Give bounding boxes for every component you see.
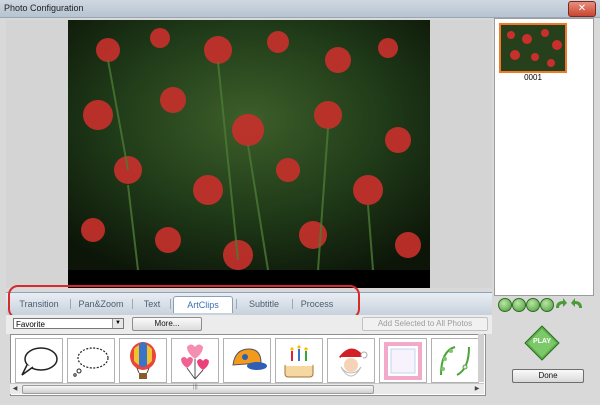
rotate-right-icon[interactable] bbox=[554, 298, 568, 310]
previous-photo-icon[interactable] bbox=[512, 298, 526, 312]
floral-frame-icon[interactable] bbox=[431, 338, 479, 383]
clip-controls: Favorite ▼ More... Add Selected to All P… bbox=[6, 315, 492, 334]
santa-claus-icon[interactable] bbox=[327, 338, 375, 383]
tab-separator bbox=[132, 299, 133, 309]
pink-frame-icon[interactable] bbox=[379, 338, 427, 383]
birthday-cake-icon[interactable] bbox=[275, 338, 323, 383]
thought-bubble-icon[interactable] bbox=[67, 338, 115, 383]
more-button[interactable]: More... bbox=[132, 317, 202, 331]
gallery-horizontal-scrollbar[interactable]: ◀ ||| ▶ bbox=[10, 383, 484, 394]
hot-air-balloon-icon[interactable] bbox=[119, 338, 167, 383]
next-photo-icon[interactable] bbox=[526, 298, 540, 312]
tab-separator bbox=[170, 299, 171, 309]
photo-thumbnail[interactable] bbox=[499, 23, 567, 73]
done-button[interactable]: Done bbox=[512, 369, 584, 383]
thumbnail-label: 0001 bbox=[524, 73, 542, 82]
photo-preview bbox=[68, 20, 430, 288]
chevron-down-icon[interactable]: ▼ bbox=[112, 319, 123, 328]
play-button[interactable]: PLAY bbox=[524, 325, 560, 361]
scroll-left-icon[interactable]: ◀ bbox=[10, 384, 20, 394]
close-icon: ✕ bbox=[577, 3, 587, 14]
photo-list-panel: 0001 bbox=[494, 18, 594, 296]
tab-pan-zoom[interactable]: Pan&Zoom bbox=[74, 296, 128, 312]
tab-subtitle[interactable]: Subtitle bbox=[240, 296, 288, 312]
tab-artclips[interactable]: ArtClips bbox=[173, 296, 233, 313]
cap-icon[interactable] bbox=[223, 338, 271, 383]
first-photo-icon[interactable] bbox=[498, 298, 512, 312]
close-button[interactable]: ✕ bbox=[568, 1, 596, 17]
tab-process[interactable]: Process bbox=[296, 296, 338, 312]
tab-separator bbox=[236, 299, 237, 309]
gallery-vertical-scrollbar[interactable] bbox=[478, 334, 484, 382]
speech-bubble-icon[interactable] bbox=[15, 338, 63, 383]
tab-separator bbox=[292, 299, 293, 309]
title-bar: Photo Configuration ✕ bbox=[0, 0, 600, 18]
scroll-grip-icon: ||| bbox=[193, 384, 198, 390]
tab-transition[interactable]: Transition bbox=[10, 296, 68, 312]
last-photo-icon[interactable] bbox=[540, 298, 554, 312]
category-selected: Favorite bbox=[16, 320, 45, 329]
rotate-left-icon[interactable] bbox=[570, 298, 584, 310]
heart-balloons-icon[interactable] bbox=[171, 338, 219, 383]
window-title: Photo Configuration bbox=[4, 3, 84, 13]
tab-text[interactable]: Text bbox=[136, 296, 168, 312]
flower-photo bbox=[68, 20, 430, 288]
add-selected-to-all-button[interactable]: Add Selected to All Photos bbox=[362, 317, 488, 331]
play-label: PLAY bbox=[532, 338, 552, 345]
scroll-right-icon[interactable]: ▶ bbox=[472, 384, 482, 394]
tab-separator bbox=[70, 299, 71, 309]
thumbnail-image bbox=[501, 25, 565, 71]
window-bottom-edge bbox=[0, 397, 600, 405]
category-select[interactable]: Favorite ▼ bbox=[13, 318, 124, 329]
photo-nav-controls bbox=[498, 298, 588, 314]
config-tab-bar: Transition Pan&Zoom Text ArtClips Subtit… bbox=[6, 292, 492, 316]
scroll-thumb[interactable]: ||| bbox=[22, 384, 374, 394]
